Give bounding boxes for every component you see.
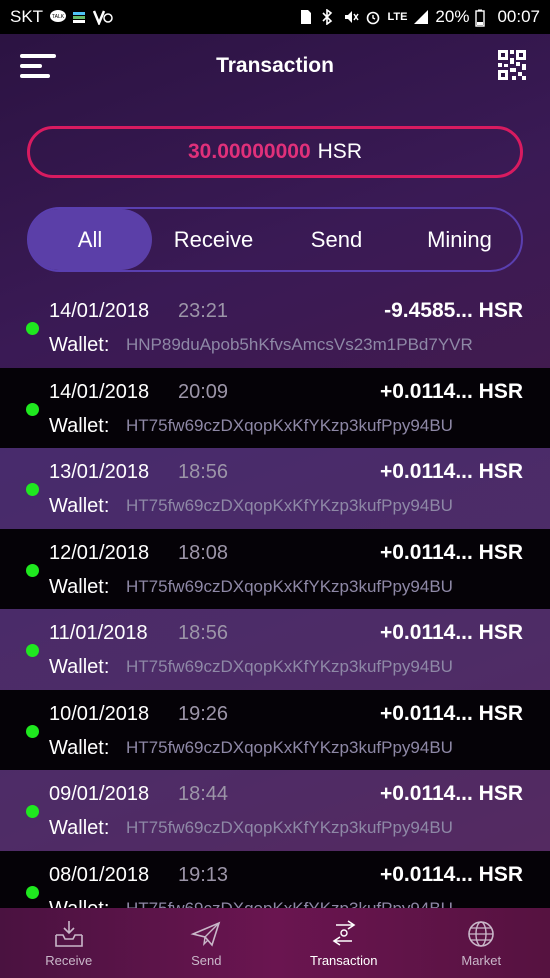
filter-tabs: All Receive Send Mining	[27, 207, 523, 272]
svg-text:TALK: TALK	[52, 14, 65, 20]
status-dot-icon	[26, 402, 39, 416]
transaction-time: 19:13	[178, 863, 229, 886]
nav-market[interactable]: Market	[413, 908, 550, 978]
wallet-address: HT75fw69czDXqopKxKfYKzp3kufPpy94BU	[126, 818, 453, 837]
inbox-download-icon	[54, 920, 83, 947]
transaction-row[interactable]: 13/01/2018 18:56 +0.0114... HSR Wallet: …	[0, 448, 550, 529]
status-dot-icon	[26, 563, 39, 577]
wallet-address: HT75fw69czDXqopKxKfYKzp3kufPpy94BU	[126, 415, 453, 435]
nav-market-label: Market	[461, 952, 502, 968]
carrier-label: SKT	[10, 7, 44, 26]
wallet-label: Wallet:	[49, 817, 110, 839]
wallet-address: HT75fw69czDXqopKxKfYKzp3kufPpy94BU	[126, 898, 453, 909]
transaction-amount: +0.0114... HSR	[379, 379, 523, 403]
transaction-date: 08/01/2018	[49, 863, 150, 886]
nav-transaction[interactable]: Transaction	[275, 908, 413, 978]
nav-send[interactable]: Send	[138, 908, 276, 978]
transaction-amount: +0.0114... HSR	[379, 621, 523, 644]
transaction-row[interactable]: 11/01/2018 18:56 +0.0114... HSR Wallet: …	[0, 609, 550, 690]
v-app-icon	[92, 9, 113, 27]
transaction-row[interactable]: 10/01/2018 19:26 +0.0114... HSR Wallet: …	[0, 689, 550, 770]
transaction-amount: +0.0114... HSR	[379, 701, 523, 725]
wallet-label: Wallet:	[49, 414, 110, 437]
transaction-time: 18:56	[178, 461, 229, 483]
wallet-address: HT75fw69czDXqopKxKfYKzp3kufPpy94BU	[126, 576, 453, 596]
qr-code-button[interactable]	[498, 50, 526, 80]
wallet-address: HNP89duApob5hKfvsAmcsVs23m1PBd7YVR	[126, 335, 473, 354]
exchange-arrows-icon	[332, 919, 356, 946]
wallet-address: HT75fw69czDXqopKxKfYKzp3kufPpy94BU	[126, 496, 453, 515]
transaction-date: 13/01/2018	[49, 461, 150, 483]
wallet-label: Wallet:	[49, 736, 110, 759]
wallet-address: HT75fw69czDXqopKxKfYKzp3kufPpy94BU	[126, 657, 453, 676]
wallet-label: Wallet:	[49, 656, 110, 678]
status-dot-icon	[26, 885, 39, 899]
transaction-amount: +0.0114... HSR	[379, 540, 523, 564]
sim-icon	[299, 9, 315, 25]
wallet-label: Wallet:	[49, 334, 110, 356]
menu-button[interactable]	[20, 52, 58, 80]
transaction-date: 14/01/2018	[49, 300, 150, 322]
transaction-list[interactable]: 14/01/2018 23:21 -9.4585... HSR Wallet: …	[0, 287, 550, 908]
transaction-row[interactable]: 14/01/2018 20:09 +0.0114... HSR Wallet: …	[0, 367, 550, 448]
transaction-date: 09/01/2018	[49, 783, 150, 805]
status-dot-icon	[26, 644, 39, 657]
status-dot-icon	[26, 805, 39, 818]
transaction-amount: -9.4585... HSR	[384, 299, 523, 322]
transaction-date: 14/01/2018	[49, 380, 150, 403]
transaction-date: 11/01/2018	[49, 622, 148, 644]
wallet-label: Wallet:	[49, 495, 110, 517]
transaction-date: 12/01/2018	[49, 541, 150, 564]
alarm-icon	[365, 9, 381, 25]
transaction-amount: +0.0114... HSR	[379, 460, 523, 483]
tab-mining[interactable]: Mining	[398, 209, 521, 270]
globe-icon	[468, 920, 495, 947]
bottom-navigation: Receive Send Transaction Market	[0, 908, 550, 978]
talk-icon: TALK	[49, 9, 67, 25]
app-notification-icon	[71, 9, 87, 25]
transaction-row[interactable]: 14/01/2018 23:21 -9.4585... HSR Wallet: …	[0, 287, 550, 368]
status-dot-icon	[26, 322, 39, 335]
transaction-time: 20:09	[178, 380, 229, 403]
tab-all[interactable]: All	[28, 209, 152, 270]
nav-receive-label: Receive	[45, 952, 93, 968]
mute-icon	[343, 9, 360, 25]
nav-receive[interactable]: Receive	[0, 908, 138, 978]
status-dot-icon	[26, 724, 39, 738]
transaction-date: 10/01/2018	[49, 702, 150, 725]
transaction-amount: +0.0114... HSR	[379, 782, 523, 805]
transaction-amount: +0.0114... HSR	[379, 862, 523, 886]
transaction-time: 18:08	[178, 541, 229, 564]
signal-icon	[413, 9, 429, 25]
menu-icon	[20, 54, 56, 78]
network-type: LTE	[387, 11, 408, 23]
tab-send[interactable]: Send	[275, 209, 398, 270]
nav-send-label: Send	[191, 952, 222, 968]
wallet-label: Wallet:	[49, 575, 110, 598]
transaction-time: 18:44	[178, 783, 229, 805]
clock: 00:07	[497, 7, 540, 26]
transaction-row[interactable]: 12/01/2018 18:08 +0.0114... HSR Wallet: …	[0, 528, 550, 609]
bluetooth-icon	[321, 8, 337, 26]
transaction-row[interactable]: 09/01/2018 18:44 +0.0114... HSR Wallet: …	[0, 770, 550, 851]
wallet-label: Wallet:	[49, 898, 109, 909]
wallet-address: HT75fw69czDXqopKxKfYKzp3kufPpy94BU	[126, 737, 453, 757]
battery-icon	[475, 9, 491, 27]
transaction-time: 23:21	[178, 300, 229, 322]
transaction-time: 19:26	[178, 702, 229, 725]
page-title: Transaction	[216, 54, 334, 77]
qr-code-icon	[498, 50, 526, 80]
tab-receive[interactable]: Receive	[152, 209, 275, 270]
status-dot-icon	[26, 483, 39, 496]
transaction-row[interactable]: 08/01/2018 19:13 +0.0114... HSR Wallet: …	[0, 850, 550, 909]
balance-display: 30.00000000 HSR	[27, 126, 523, 178]
balance-unit: HSR	[317, 140, 362, 163]
paper-plane-icon	[190, 921, 221, 947]
app-bar: Transaction	[0, 34, 550, 98]
battery-percent: 20%	[435, 7, 470, 26]
status-bar: SKT TALK LTE 20% 00:07	[0, 0, 550, 34]
balance-amount: 30.00000000	[188, 140, 311, 163]
nav-transaction-label: Transaction	[310, 952, 378, 968]
transaction-time: 18:56	[178, 622, 229, 644]
